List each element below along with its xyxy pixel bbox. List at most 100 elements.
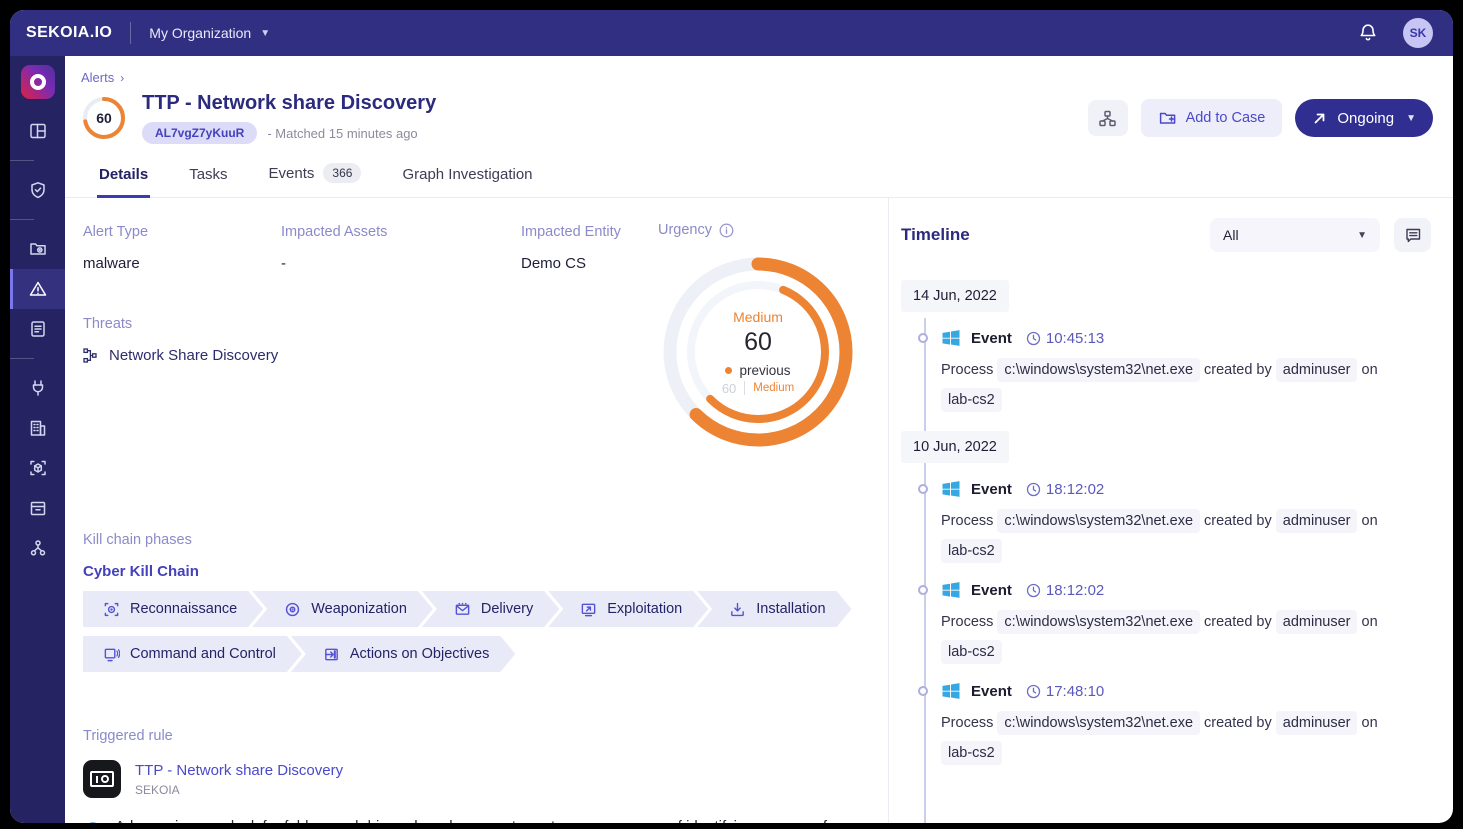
sidebar-item-alerts[interactable] xyxy=(10,269,65,309)
tab-tasks[interactable]: Tasks xyxy=(187,157,229,198)
breadcrumb-alerts-link[interactable]: Alerts xyxy=(81,70,114,85)
rule-name-link[interactable]: TTP - Network share Discovery xyxy=(135,762,343,779)
notifications-bell-icon[interactable] xyxy=(1357,22,1379,44)
sidebar-item-integrations[interactable] xyxy=(10,368,65,408)
archive-icon xyxy=(28,498,48,518)
app-window: SEKOIA.IO My Organization ▼ SK Alerts › xyxy=(10,10,1453,823)
event-label: Event xyxy=(971,582,1012,599)
sidebar-divider xyxy=(10,160,34,161)
event-pre-text: Process xyxy=(941,362,997,378)
comments-button[interactable] xyxy=(1394,218,1431,252)
host-chip[interactable]: lab-cs2 xyxy=(941,388,1002,412)
process-path-chip[interactable]: c:\windows\system32\net.exe xyxy=(997,358,1200,382)
event-header: Event18:12:02 xyxy=(941,479,1431,499)
user-chip[interactable]: adminuser xyxy=(1276,711,1358,735)
event-pre-text: Process xyxy=(941,715,997,731)
timeline-event[interactable]: Event18:12:02Process c:\windows\system32… xyxy=(941,580,1431,667)
alert-score-value: 60 xyxy=(81,95,127,141)
event-time-value: 18:12:02 xyxy=(1046,481,1104,498)
field-impacted-assets: Impacted Assets- xyxy=(281,224,521,272)
phase-label: Weaponization xyxy=(311,601,407,617)
alert-score-ring: 60 xyxy=(81,95,127,141)
info-icon[interactable] xyxy=(719,223,734,238)
event-post-text: on xyxy=(1357,513,1377,529)
timeline-event[interactable]: Event17:48:10Process c:\windows\system32… xyxy=(941,681,1431,768)
phase-label: Command and Control xyxy=(130,646,276,662)
event-post-text: on xyxy=(1357,614,1377,630)
host-chip[interactable]: lab-cs2 xyxy=(941,640,1002,664)
user-chip[interactable]: adminuser xyxy=(1276,509,1358,533)
comment-icon xyxy=(1404,226,1422,244)
timeline-date-chip: 14 Jun, 2022 xyxy=(901,280,1009,312)
status-button-ongoing[interactable]: Ongoing ▼ xyxy=(1295,99,1433,137)
field-label: Impacted Entity xyxy=(521,224,621,240)
killchain-row: Reconnaissance Weaponization Delivery Explo… xyxy=(83,591,862,627)
sidebar-item-sandbox[interactable] xyxy=(10,448,65,488)
timeline-node-icon xyxy=(918,484,928,494)
killchain-section: Kill chain phases Cyber Kill Chain Recon… xyxy=(83,532,862,672)
event-header: Event10:45:13 xyxy=(941,328,1431,348)
timeline-event[interactable]: Event18:12:02Process c:\windows\system32… xyxy=(941,479,1431,566)
chevron-down-icon[interactable]: ▼ xyxy=(1406,113,1416,124)
sekoia-logo-icon[interactable] xyxy=(21,65,55,99)
sidebar-divider xyxy=(10,358,34,359)
user-chip[interactable]: adminuser xyxy=(1276,358,1358,382)
timeline-event[interactable]: Event10:45:13 Process c:\windows\system32… xyxy=(941,328,1431,415)
topbar: SEKOIA.IO My Organization ▼ SK xyxy=(10,10,1453,56)
killchain-phase-installation[interactable]: Installation xyxy=(697,591,851,627)
timeline-node-icon xyxy=(918,333,928,343)
timeline-date-chip: 10 Jun, 2022 xyxy=(901,431,1009,463)
killchain-name-link[interactable]: Cyber Kill Chain xyxy=(83,563,862,580)
process-path-chip[interactable]: c:\windows\system32\net.exe xyxy=(997,610,1200,634)
host-chip[interactable]: lab-cs2 xyxy=(941,741,1002,765)
user-chip[interactable]: adminuser xyxy=(1276,610,1358,634)
killchain-phase-weaponization[interactable]: Weaponization xyxy=(252,591,433,627)
phase-label: Exploitation xyxy=(607,601,682,617)
sidebar-item-observation[interactable] xyxy=(10,229,65,269)
sidebar-item-organization[interactable] xyxy=(10,408,65,448)
layout-icon xyxy=(28,121,48,141)
killchain-phase-command-and-control[interactable]: Command and Control xyxy=(83,636,302,672)
sidebar-item-dashboard[interactable] xyxy=(10,111,65,151)
killchain-phase-actions-on-objectives[interactable]: Actions on Objectives xyxy=(291,636,515,672)
phase-label: Reconnaissance xyxy=(130,601,237,617)
sidebar-item-cases[interactable] xyxy=(10,309,65,349)
urgency-previous-label: previous xyxy=(739,363,790,378)
phase-label: Actions on Objectives xyxy=(350,646,489,662)
triggered-rule-label: Triggered rule xyxy=(83,728,862,744)
chevron-down-icon[interactable]: ▼ xyxy=(260,28,270,39)
graph-link-button[interactable] xyxy=(1088,100,1128,136)
building-icon xyxy=(28,418,48,438)
tab-label: Events xyxy=(269,165,315,182)
rule-vendor: SEKOIA xyxy=(135,783,343,797)
sidebar-item-graph[interactable] xyxy=(10,528,65,568)
event-description: Process c:\windows\system32\net.exe crea… xyxy=(941,506,1436,566)
killchain-phase-exploitation[interactable]: Exploitation xyxy=(548,591,708,627)
killchain-phase-reconnaissance[interactable]: Reconnaissance xyxy=(83,591,263,627)
user-avatar[interactable]: SK xyxy=(1403,18,1433,48)
threat-name: Network Share Discovery xyxy=(109,347,278,364)
triggered-rule-section: Triggered rule TTP - Network share Disco… xyxy=(83,728,862,823)
sidebar-divider xyxy=(10,219,34,220)
document-icon xyxy=(28,319,48,339)
sidebar-item-archive[interactable] xyxy=(10,488,65,528)
tab-graph-investigation[interactable]: Graph Investigation xyxy=(400,157,534,198)
field-value: - xyxy=(281,255,521,272)
brand-logo[interactable]: SEKOIA.IO xyxy=(26,24,112,42)
killchain-phase-delivery[interactable]: Delivery xyxy=(422,591,559,627)
topbar-divider xyxy=(130,22,131,44)
previous-dot-icon xyxy=(725,367,732,374)
host-chip[interactable]: lab-cs2 xyxy=(941,539,1002,563)
sidebar-item-protect[interactable] xyxy=(10,170,65,210)
alert-short-id-badge[interactable]: AL7vgZ7yKuuR xyxy=(142,122,257,144)
process-path-chip[interactable]: c:\windows\system32\net.exe xyxy=(997,509,1200,533)
tab-events[interactable]: Events366 xyxy=(267,154,364,198)
tab-bar: Details Tasks Events366 Graph Investigation xyxy=(65,154,1453,198)
process-path-chip[interactable]: c:\windows\system32\net.exe xyxy=(997,711,1200,735)
organization-switcher[interactable]: My Organization xyxy=(149,25,251,41)
field-label: Alert Type xyxy=(83,224,281,240)
tab-details[interactable]: Details xyxy=(97,157,150,198)
org-chart-icon xyxy=(28,538,48,558)
timeline-filter-select[interactable]: All ▼ xyxy=(1210,218,1380,252)
add-to-case-button[interactable]: Add to Case xyxy=(1141,99,1283,137)
